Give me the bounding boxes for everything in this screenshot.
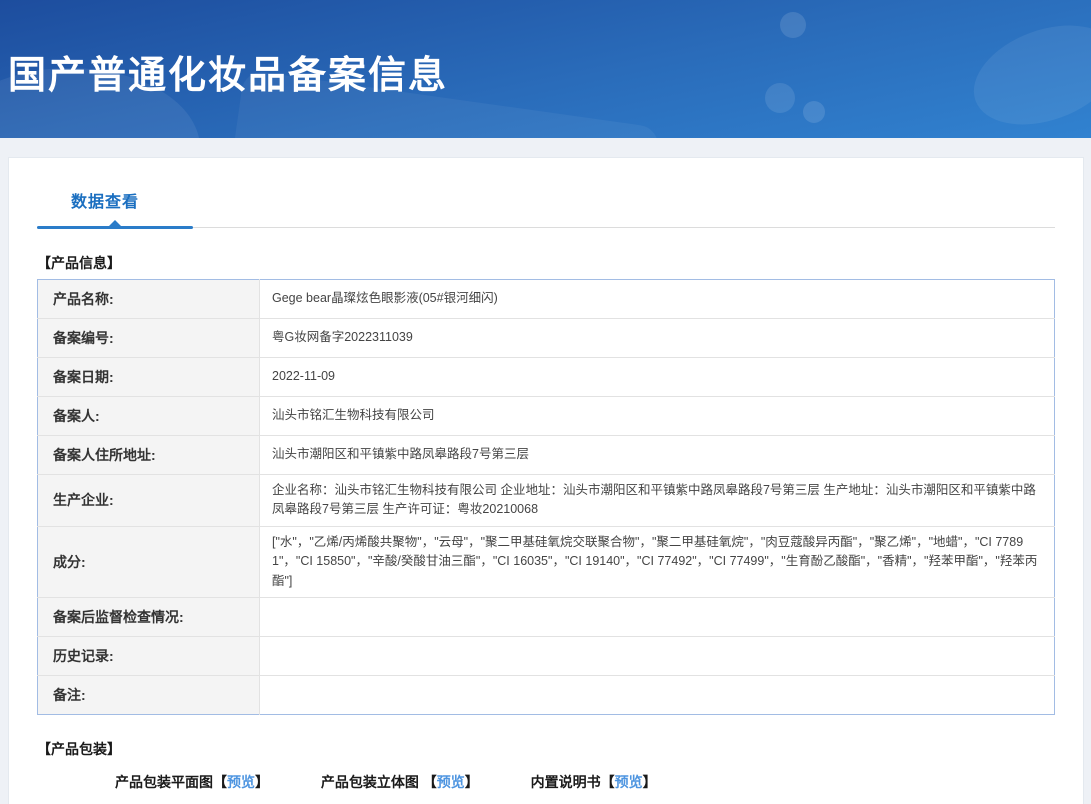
packaging-item-label: 产品包装立体图: [320, 773, 423, 790]
field-value: [259, 674, 1055, 715]
table-row: 备案人住所地址: 汕头市潮阳区和平镇紫中路凤皋路段7号第三层: [37, 435, 1055, 475]
preview-link-manual[interactable]: 预览: [615, 774, 643, 790]
bracket-open: 【: [600, 773, 615, 790]
table-row: 备案编号: 粤G妆网备字2022311039: [37, 318, 1055, 358]
bracket-close: 】: [642, 773, 657, 790]
field-label: 备案日期:: [37, 357, 260, 397]
table-row: 产品名称: Gege bear晶璨炫色眼影液(05#银河细闪): [37, 279, 1055, 319]
table-row: 生产企业: 企业名称：汕头市铭汇生物科技有限公司 企业地址：汕头市潮阳区和平镇紫…: [37, 474, 1055, 527]
table-row: 备案人: 汕头市铭汇生物科技有限公司: [37, 396, 1055, 436]
tab-data-view[interactable]: 数据查看: [71, 188, 139, 226]
bracket-close: 】: [464, 773, 479, 790]
packaging-item-label: 产品包装平面图: [115, 773, 213, 790]
section-product-info-title: 【产品信息】: [37, 255, 121, 271]
field-label: 备案编号:: [37, 318, 260, 358]
content-card: 数据查看 【产品信息】 产品名称: Gege bear晶璨炫色眼影液(05#银河…: [8, 157, 1084, 804]
field-value: 企业名称：汕头市铭汇生物科技有限公司 企业地址：汕头市潮阳区和平镇紫中路凤皋路段…: [259, 474, 1055, 527]
field-value: 汕头市潮阳区和平镇紫中路凤皋路段7号第三层: [259, 435, 1055, 475]
field-value: ["水"，"乙烯/丙烯酸共聚物"，"云母"，"聚二甲基硅氧烷交联聚合物"，"聚二…: [259, 525, 1055, 598]
table-row: 备案后监督检查情况:: [37, 596, 1055, 637]
field-label: 历史记录:: [37, 635, 260, 676]
packaging-item-3d: 产品包装立体图 【预览】: [321, 772, 479, 792]
packaging-item-flat: 产品包装平面图【预览】: [115, 772, 269, 792]
preview-link-3d[interactable]: 预览: [437, 774, 465, 790]
tab-underline: [37, 220, 1055, 229]
field-label: 成分:: [37, 525, 260, 598]
field-label: 备注:: [37, 674, 260, 715]
field-value: [259, 635, 1055, 676]
active-tab-arrow-icon: [108, 220, 122, 227]
packaging-links-row: 产品包装平面图【预览】 产品包装立体图 【预览】 内置说明书【预览】: [37, 772, 1055, 792]
field-value: 2022-11-09: [259, 357, 1055, 397]
banner-decoration: [803, 101, 825, 123]
banner-decoration: [780, 12, 806, 38]
page-banner: 国产普通化妆品备案信息: [0, 0, 1091, 138]
field-value: 汕头市铭汇生物科技有限公司: [259, 396, 1055, 436]
table-row: 备案日期: 2022-11-09: [37, 357, 1055, 397]
bracket-open: 【: [422, 773, 437, 790]
field-value: Gege bear晶璨炫色眼影液(05#银河细闪): [272, 291, 498, 306]
page-title: 国产普通化妆品备案信息: [8, 55, 449, 97]
field-label: 生产企业:: [37, 474, 260, 527]
packaging-item-manual: 内置说明书【预览】: [531, 772, 657, 792]
table-row: 历史记录:: [37, 635, 1055, 676]
section-packaging-title: 【产品包装】: [37, 740, 121, 757]
field-label: 备案人住所地址:: [37, 435, 260, 475]
banner-decoration: [960, 7, 1091, 138]
table-row: 备注:: [37, 674, 1055, 715]
banner-decoration: [765, 83, 795, 113]
field-value: 粤G妆网备字2022311039: [259, 318, 1055, 358]
bracket-close: 】: [255, 773, 269, 790]
preview-link-flat[interactable]: 预览: [227, 774, 255, 790]
field-label: 备案后监督检查情况:: [37, 596, 260, 637]
table-row: 成分: ["水"，"乙烯/丙烯酸共聚物"，"云母"，"聚二甲基硅氧烷交联聚合物"…: [37, 525, 1055, 598]
tab-bar: 数据查看: [37, 188, 1055, 229]
bracket-open: 【: [213, 773, 227, 790]
field-label: 产品名称:: [37, 279, 260, 319]
field-value: [259, 596, 1055, 637]
packaging-item-label: 内置说明书: [530, 773, 601, 790]
product-info-table: 产品名称: Gege bear晶璨炫色眼影液(05#银河细闪) 备案编号: 粤G…: [37, 279, 1055, 715]
field-label: 备案人:: [37, 396, 260, 436]
